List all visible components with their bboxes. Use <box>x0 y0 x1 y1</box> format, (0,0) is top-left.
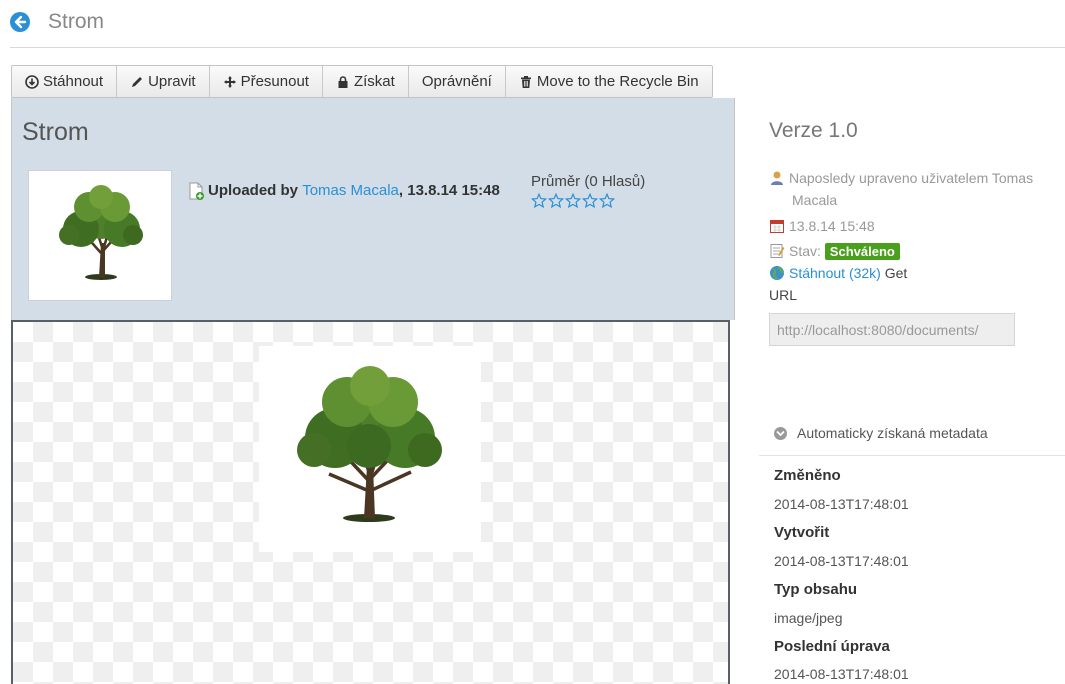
metadata-section-toggle[interactable]: Automaticky získaná metadata <box>774 425 988 441</box>
recycle-button[interactable]: Move to the Recycle Bin <box>506 66 712 97</box>
download-label: Stáhnout <box>43 73 104 90</box>
top-bar: Strom <box>0 0 1065 48</box>
tree-image <box>297 366 442 522</box>
chevron-down-icon <box>774 427 787 440</box>
edit-button[interactable]: Upravit <box>117 66 210 97</box>
metadata-value: image/jpeg <box>774 610 843 626</box>
lock-icon <box>338 75 348 88</box>
star-icon[interactable] <box>565 193 581 209</box>
metadata-key: Vytvořit <box>774 524 830 541</box>
divider <box>10 47 1065 48</box>
metadata-value: 2014-08-13T17:48:01 <box>774 553 909 569</box>
modified-by: Naposledy upraveno uživatelem Tomas <box>769 170 1033 186</box>
modified-date: 13.8.14 15:48 <box>769 218 875 234</box>
download-icon <box>25 74 39 89</box>
status-label: Stav: <box>789 243 821 259</box>
recycle-label: Move to the Recycle Bin <box>536 73 699 90</box>
permissions-button[interactable]: Oprávnění <box>409 66 506 97</box>
document-header: Strom Uploaded by Tomas Macala, 13.8.14 … <box>11 98 735 320</box>
page-title: Strom <box>48 10 105 33</box>
pencil-icon <box>132 76 143 87</box>
document-toolbar: Stáhnout Upravit Přesunout Získat Oprávn… <box>11 65 713 98</box>
move-label: Přesunout <box>240 73 309 90</box>
back-arrow-icon[interactable] <box>10 12 30 32</box>
metadata-key: Typ obsahu <box>774 581 858 598</box>
star-icon[interactable] <box>548 193 564 209</box>
calendar-icon <box>770 220 784 233</box>
modified-by-line2: Macala <box>792 192 838 208</box>
status-line: Stav: Schváleno <box>769 243 900 260</box>
edit-label: Upravit <box>148 73 196 90</box>
metadata-value: 2014-08-13T17:48:01 <box>774 666 909 682</box>
checkout-label: Získat <box>353 73 395 90</box>
uploaded-by-label: Uploaded by <box>208 182 303 199</box>
status-badge: Schváleno <box>824 243 900 260</box>
document-title: Strom <box>22 118 89 146</box>
upload-info: Uploaded by Tomas Macala, 13.8.14 15:48 <box>188 182 500 201</box>
rating-block: Průměr (0 Hlasů) <box>531 173 645 209</box>
note-icon <box>770 244 785 258</box>
download-link[interactable]: Stáhnout (32k) <box>789 265 881 281</box>
version-label: Verze 1.0 <box>769 119 858 142</box>
user-icon <box>771 171 783 185</box>
move-arrows-icon <box>223 75 236 88</box>
download-button[interactable]: Stáhnout <box>12 66 118 97</box>
url-label: URL <box>769 287 798 303</box>
modified-by-line1: Naposledy upraveno uživatelem Tomas <box>789 170 1034 186</box>
document-thumbnail[interactable] <box>28 170 172 301</box>
upload-date: , 13.8.14 15:48 <box>398 182 500 199</box>
metadata-key: Poslední úprava <box>774 638 890 655</box>
image-preview <box>11 320 730 684</box>
metadata-section-title: Automaticky získaná metadata <box>797 425 988 441</box>
file-add-icon <box>189 182 204 201</box>
preview-image <box>259 346 481 552</box>
permissions-label: Oprávnění <box>421 73 492 90</box>
star-icon[interactable] <box>599 193 615 209</box>
url-field[interactable]: http://localhost:8080/documents/ <box>769 313 1015 346</box>
download-line: Stáhnout (32k) Get <box>769 265 907 281</box>
star-icon[interactable] <box>582 193 598 209</box>
get-label: Get <box>884 265 908 281</box>
date-value: 13.8.14 15:48 <box>789 218 875 234</box>
checkout-button[interactable]: Získat <box>323 66 409 97</box>
tree-image <box>59 185 143 280</box>
globe-icon <box>770 266 784 280</box>
metadata-key: Změněno <box>774 467 841 484</box>
metadata-value: 2014-08-13T17:48:01 <box>774 496 909 512</box>
divider <box>759 455 1065 456</box>
move-button[interactable]: Přesunout <box>210 66 323 97</box>
rating-stars[interactable] <box>531 193 645 209</box>
rating-label: Průměr (0 Hlasů) <box>531 173 646 190</box>
trash-icon <box>520 75 531 88</box>
star-icon[interactable] <box>531 193 547 209</box>
author-link[interactable]: Tomas Macala <box>302 182 399 199</box>
